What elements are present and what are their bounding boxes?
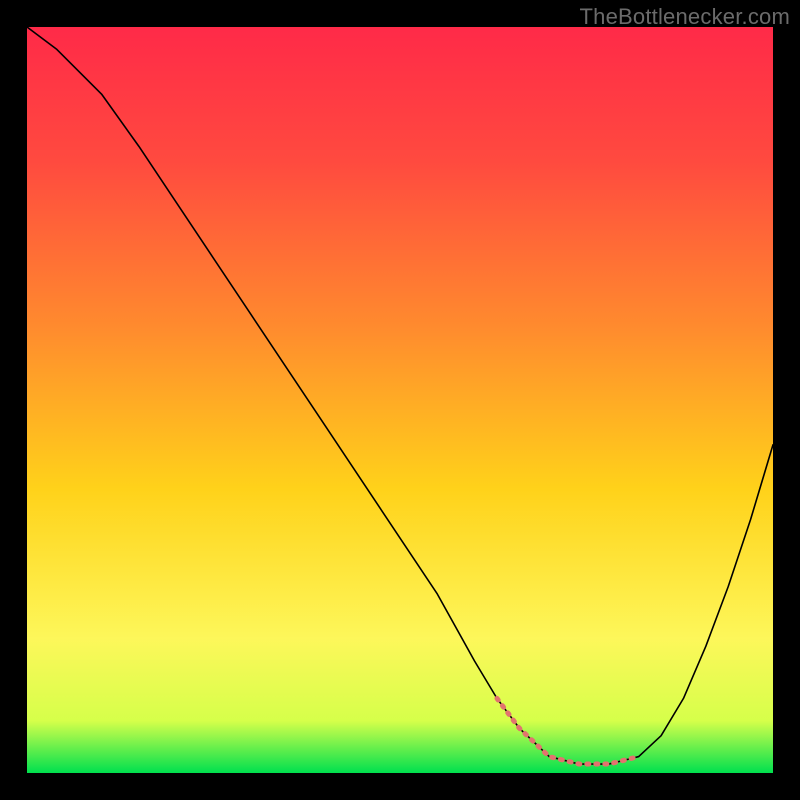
chart-frame — [27, 27, 773, 773]
bottleneck-chart — [27, 27, 773, 773]
watermark-text: TheBottlenecker.com — [580, 4, 790, 30]
gradient-background — [27, 27, 773, 773]
